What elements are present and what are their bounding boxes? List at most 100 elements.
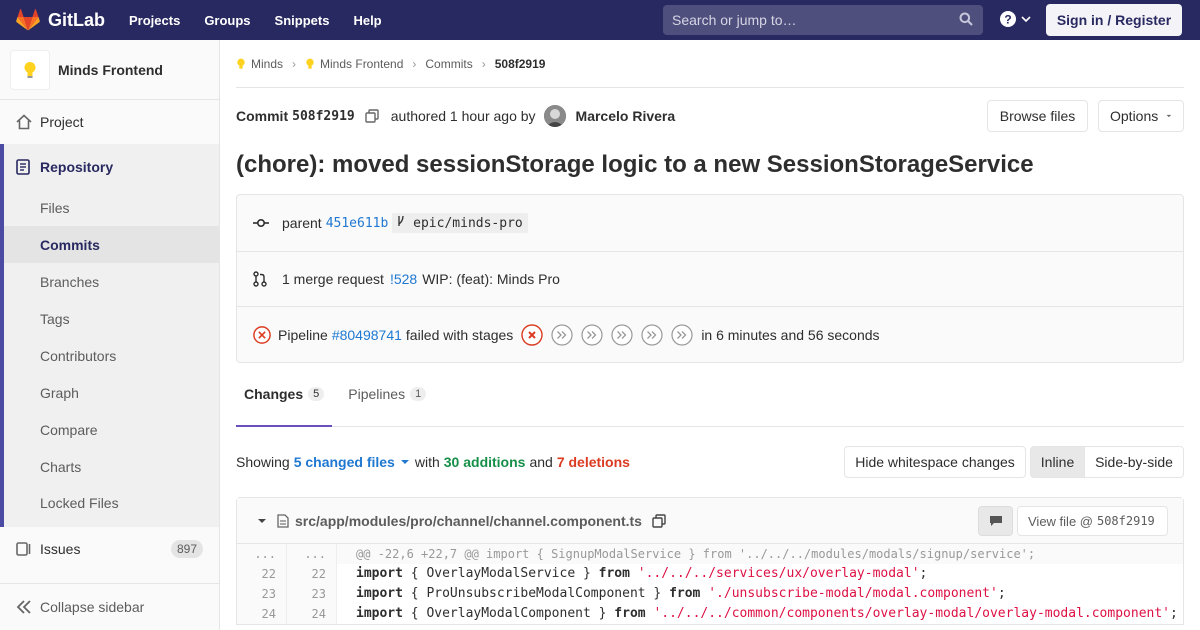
old-line-number: ...	[237, 544, 287, 564]
sidebar-project-name: Minds Frontend	[58, 61, 163, 78]
code-string: './unsubscribe-modal/modal.component'	[708, 586, 998, 601]
branch-icon	[398, 215, 404, 226]
sidebar-item-label: Project	[40, 114, 84, 130]
nav-snippets[interactable]: Snippets	[275, 13, 330, 28]
tab-label: Changes	[244, 386, 304, 402]
tab-count-badge: 1	[410, 387, 427, 401]
copy-icon[interactable]	[652, 513, 666, 528]
tab-label: Pipelines	[348, 386, 406, 402]
diff-line: 24 24 import { OverlayModalComponent } f…	[237, 604, 1183, 624]
search-input[interactable]: Search or jump to…	[663, 5, 983, 35]
deletions-count: 7 deletions	[556, 454, 630, 470]
sidebar-item-issues[interactable]: Issues 897	[0, 527, 219, 571]
merge-request-link[interactable]: !528	[390, 271, 417, 287]
sidebar-item-compare[interactable]: Compare	[0, 411, 219, 448]
pipeline-link[interactable]: #80498741	[332, 327, 402, 343]
sidebar-project-header[interactable]: Minds Frontend	[0, 40, 219, 100]
sidebar-item-locked-files[interactable]: Locked Files	[0, 485, 219, 527]
code-string: '../../../services/ux/overlay-modal'	[637, 566, 920, 581]
view-file-button[interactable]: View file @ 508f2919	[1017, 506, 1168, 536]
nav-help[interactable]: Help	[353, 13, 381, 28]
gitlab-home-link[interactable]: GitLab	[0, 9, 118, 31]
breadcrumb-separator: ›	[412, 56, 417, 71]
stage-skipped-icon[interactable]	[551, 323, 573, 346]
diff-file-path[interactable]: src/app/modules/pro/channel/channel.comp…	[295, 513, 642, 529]
help-dropdown[interactable]: ?	[1000, 11, 1032, 27]
search-placeholder: Search or jump to…	[672, 12, 797, 28]
diff-stats-bar: Showing 5 changed files with 30 addition…	[236, 427, 1184, 497]
commit-author-link[interactable]: Marcelo Rivera	[576, 108, 676, 124]
inline-view-button[interactable]: Inline	[1030, 446, 1085, 478]
breadcrumb-label: Minds	[251, 56, 284, 71]
stage-skipped-icon[interactable]	[641, 323, 663, 346]
merge-request-icon	[253, 271, 271, 287]
new-line-number[interactable]: 23	[287, 584, 337, 604]
commit-header: Commit 508f2919 authored 1 hour ago by M…	[236, 88, 1184, 144]
options-dropdown[interactable]: Options	[1098, 100, 1184, 132]
sidebar-item-repository[interactable]: Repository	[0, 144, 219, 189]
old-line-number[interactable]: 24	[237, 604, 287, 624]
breadcrumb-separator: ›	[481, 56, 486, 71]
sidebar-item-charts[interactable]: Charts	[0, 448, 219, 485]
breadcrumb-item-minds[interactable]: Minds	[236, 57, 283, 71]
breadcrumb-item-minds-frontend[interactable]: Minds Frontend	[305, 57, 403, 71]
search-icon	[959, 12, 973, 26]
avatar[interactable]	[543, 105, 566, 127]
sidebar-item-commits[interactable]: Commits	[0, 226, 219, 263]
nav-groups[interactable]: Groups	[204, 13, 250, 28]
code-line: import { OverlayModalService } from '../…	[337, 564, 927, 584]
code-text: ;	[997, 586, 1006, 601]
options-label: Options	[1110, 108, 1159, 124]
file-icon	[277, 513, 289, 528]
sidebar-item-contributors[interactable]: Contributors	[0, 337, 219, 374]
main-content: Minds › Minds Frontend › Commits › 508f2…	[236, 40, 1184, 625]
changed-files-dropdown[interactable]: 5 changed files	[294, 454, 410, 470]
stage-skipped-icon[interactable]	[671, 323, 693, 346]
toggle-comments-button[interactable]	[978, 506, 1013, 536]
nav-projects[interactable]: Projects	[129, 13, 180, 28]
parent-sha-link[interactable]: 451e611b	[326, 216, 389, 231]
pipeline-label: Pipeline	[278, 326, 328, 343]
new-line-number[interactable]: 24	[287, 604, 337, 624]
sidebar-item-project[interactable]: Project	[0, 100, 219, 144]
side-by-side-view-button[interactable]: Side-by-side	[1084, 446, 1184, 478]
breadcrumb-item-current[interactable]: 508f2919	[495, 57, 546, 71]
collapse-sidebar-button[interactable]: Collapse sidebar	[0, 583, 219, 630]
stage-skipped-icon[interactable]	[581, 323, 603, 346]
caret-down-icon[interactable]	[257, 518, 267, 524]
hide-whitespace-button[interactable]: Hide whitespace changes	[844, 446, 1026, 478]
sign-in-button[interactable]: Sign in / Register	[1046, 4, 1182, 36]
tab-count-badge: 5	[308, 387, 325, 401]
and-label: and	[529, 454, 553, 470]
commit-parent-row: parent 451e611b epic/minds-pro	[237, 195, 1183, 251]
tab-changes[interactable]: Changes 5	[236, 362, 333, 427]
new-line-number[interactable]: 22	[287, 564, 337, 584]
additions-count: 30 additions	[443, 454, 526, 470]
pipeline-failed-icon[interactable]	[253, 325, 271, 345]
svg-text:?: ?	[1004, 13, 1011, 27]
commit-sha: 508f2919	[292, 108, 355, 124]
home-icon	[16, 114, 32, 130]
code-text: { ProUnsubscribeModalComponent }	[402, 586, 670, 601]
branch-name: epic/minds-pro	[413, 216, 523, 231]
stage-failed-icon[interactable]	[521, 323, 544, 346]
tab-pipelines[interactable]: Pipelines 1	[340, 362, 434, 426]
code-keyword: from	[614, 606, 646, 621]
sidebar-item-tags[interactable]: Tags	[0, 300, 219, 337]
old-line-number[interactable]: 23	[237, 584, 287, 604]
sidebar-item-graph[interactable]: Graph	[0, 374, 219, 411]
caret-down-icon	[400, 460, 409, 464]
breadcrumb-item-commits[interactable]: Commits	[425, 57, 472, 71]
stage-skipped-icon[interactable]	[611, 323, 633, 346]
question-circle-icon: ?	[1000, 11, 1016, 27]
copy-icon[interactable]	[365, 109, 379, 123]
top-navbar: GitLab Projects Groups Snippets Help Sea…	[0, 0, 1200, 40]
code-line: import { ProUnsubscribeModalComponent } …	[337, 584, 1006, 604]
branch-pill[interactable]: epic/minds-pro	[392, 213, 528, 233]
sidebar-item-branches[interactable]: Branches	[0, 263, 219, 300]
sidebar-item-files[interactable]: Files	[0, 189, 219, 226]
browse-files-button[interactable]: Browse files	[987, 100, 1088, 132]
old-line-number[interactable]: 22	[237, 564, 287, 584]
code-text: ;	[919, 566, 928, 581]
commit-title: (chore): moved sessionStorage logic to a…	[236, 151, 1034, 178]
